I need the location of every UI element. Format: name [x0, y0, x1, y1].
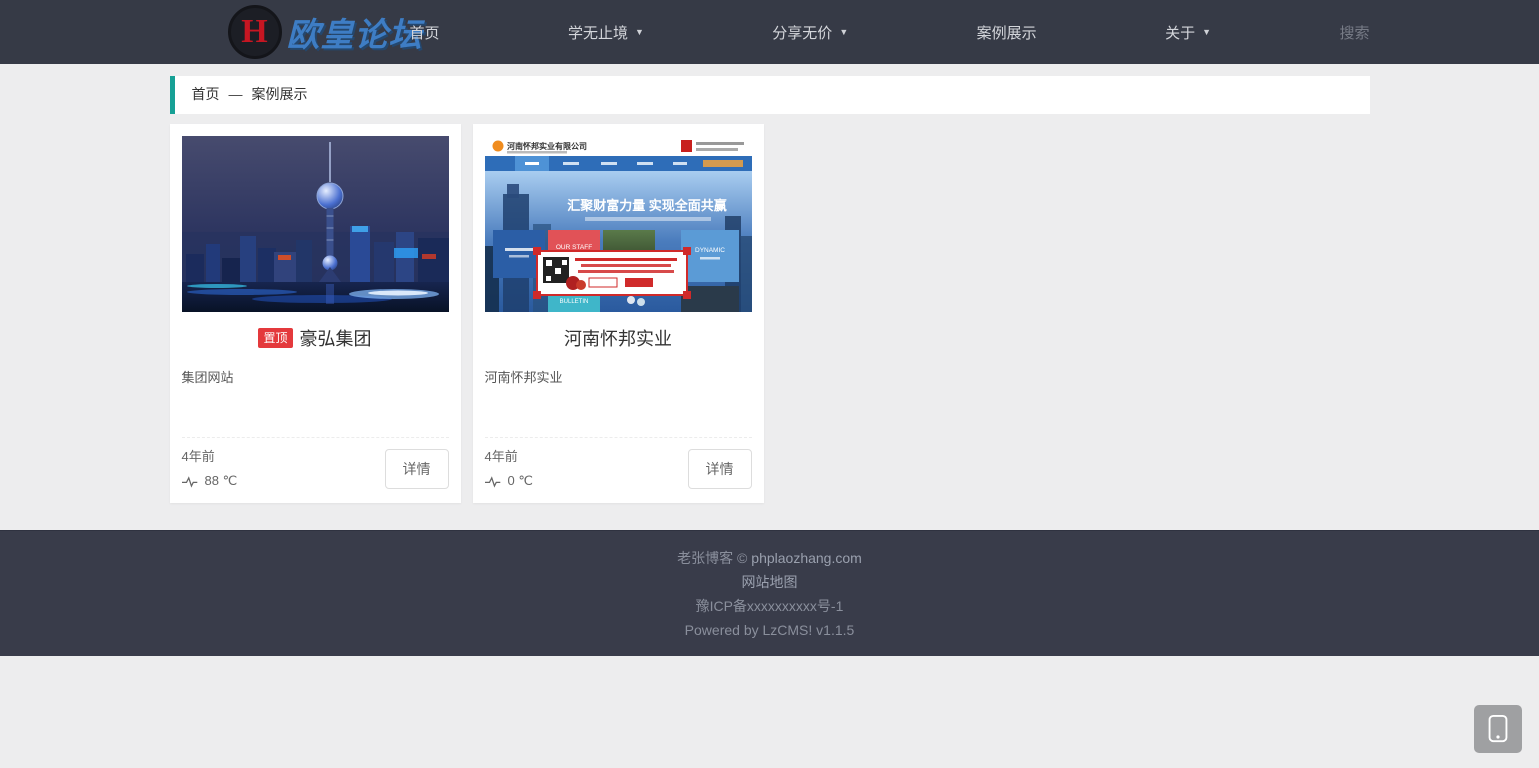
thumb-company-name: 河南怀邦实业有限公司 [507, 141, 587, 151]
card-title-link[interactable]: 河南怀邦实业 [485, 325, 752, 351]
thumb-tile-staff: OUR STAFF [555, 244, 591, 251]
card-time: 4年前 [182, 445, 238, 469]
shanghai-skyline-image [182, 136, 449, 312]
nav-item-label: 首页 [410, 22, 440, 43]
pulse-icon [485, 475, 503, 488]
card-description: 河南怀邦实业 [485, 367, 752, 386]
breadcrumb: 首页 — 案例展示 [170, 76, 1370, 114]
footer-powered-by: Powered by LzCMS! v1.1.5 [685, 622, 855, 638]
footer-site-link[interactable]: phplaozhang.com [751, 550, 862, 566]
mobile-view-button[interactable] [1474, 705, 1522, 753]
breadcrumb-current: 案例展示 [252, 86, 308, 102]
card-description: 集团网站 [182, 367, 449, 386]
nav-item-label: 案例展示 [977, 22, 1037, 43]
footer-copyright: 老张博客 © [677, 550, 747, 566]
site-logo[interactable]: H 欧皇论坛 [228, 3, 423, 61]
breadcrumb-separator: — [229, 86, 243, 102]
logo-emblem-icon: H [228, 5, 282, 59]
chevron-down-icon: ▼ [1202, 28, 1211, 37]
case-card-list: 置顶 豪弘集团 集团网站 4年前 88 ℃ 详情 [170, 124, 1370, 503]
card-footer: 4年前 88 ℃ 详情 [182, 437, 449, 493]
footer-icp-number: 豫ICP备xxxxxxxxxx号-1 [696, 598, 844, 614]
card-title-text: 豪弘集团 [300, 325, 372, 351]
detail-button[interactable]: 详情 [688, 449, 752, 489]
case-card: 河南怀邦实业有限公司 汇聚财富力量 实现全 [473, 124, 764, 503]
pulse-icon [182, 475, 200, 488]
card-thumbnail-corporate-site[interactable]: 河南怀邦实业有限公司 汇聚财富力量 实现全 [485, 136, 752, 312]
card-time: 4年前 [485, 445, 533, 469]
nav-item-cases[interactable]: 案例展示 [977, 22, 1037, 43]
main-nav: 首页 学无止境 ▼ 分享无价 ▼ 案例展示 关于 ▼ 搜索 [410, 0, 1370, 64]
detail-button[interactable]: 详情 [385, 449, 449, 489]
page-footer: 老张博客 © phplaozhang.com 网站地图 豫ICP备xxxxxxx… [0, 530, 1539, 656]
breadcrumb-home-link[interactable]: 首页 [192, 86, 220, 102]
card-thumbnail-shanghai-skyline[interactable] [182, 136, 449, 312]
pinned-badge: 置顶 [258, 328, 292, 348]
card-temperature: 88 ℃ [205, 469, 238, 493]
corporate-website-image: 河南怀邦实业有限公司 汇聚财富力量 实现全 [485, 136, 752, 312]
nav-item-label: 学无止境 [568, 22, 628, 43]
nav-item-home[interactable]: 首页 [410, 22, 440, 43]
thumb-tile-bulletin: BULLETIN [559, 299, 588, 305]
chevron-down-icon: ▼ [635, 28, 644, 37]
case-card: 置顶 豪弘集团 集团网站 4年前 88 ℃ 详情 [170, 124, 461, 503]
search-trigger[interactable]: 搜索 [1339, 22, 1369, 43]
footer-sitemap-link[interactable]: 网站地图 [742, 574, 798, 590]
nav-item-learning[interactable]: 学无止境 ▼ [568, 22, 644, 43]
card-footer: 4年前 0 ℃ 详情 [485, 437, 752, 493]
card-title-link[interactable]: 置顶 豪弘集团 [182, 325, 449, 351]
nav-item-about[interactable]: 关于 ▼ [1165, 22, 1211, 43]
mobile-phone-icon [1483, 713, 1513, 745]
top-navbar: H 欧皇论坛 首页 学无止境 ▼ 分享无价 ▼ 案例展示 关于 ▼ 搜索 [0, 0, 1539, 64]
nav-item-label: 关于 [1165, 22, 1195, 43]
chevron-down-icon: ▼ [839, 28, 848, 37]
card-temperature: 0 ℃ [508, 469, 533, 493]
thumb-tile-dynamic: DYNAMIC [695, 247, 725, 254]
nav-item-sharing[interactable]: 分享无价 ▼ [772, 22, 848, 43]
thumb-headline: 汇聚财富力量 实现全面共赢 [567, 198, 727, 213]
logo-title: 欧皇论坛 [287, 8, 423, 56]
card-title-text: 河南怀邦实业 [564, 325, 672, 351]
nav-item-label: 分享无价 [772, 22, 832, 43]
